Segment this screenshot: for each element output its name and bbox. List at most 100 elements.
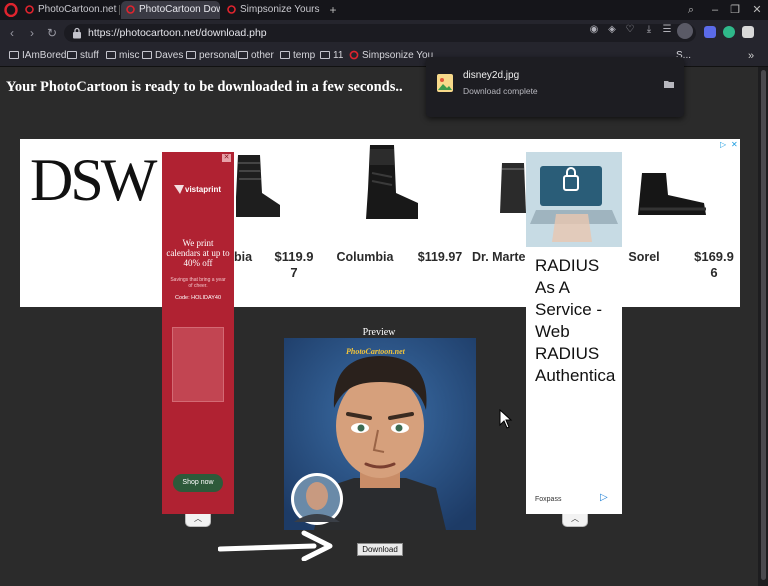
bookmark-label: personal [199,50,238,61]
address-bar: ‹ › ↻ https://photocartoon.net/download.… [0,20,768,46]
boot-image [638,173,706,215]
tab-label: Simpsonize Yourself | [240,4,320,15]
folder-icon [67,51,77,59]
folder-icon [9,51,19,59]
easy-setup-icon[interactable]: ☰ [661,24,673,36]
bookmark-label: Daves [155,50,184,61]
bookmark-folder[interactable]: temp [280,49,315,63]
folder-icon [142,51,152,59]
bookmark-folder[interactable]: other [238,49,274,63]
tab-photocartoon-download[interactable]: PhotoCartoon Down [121,1,220,19]
download-popup[interactable]: disney2d.jpg Download complete [426,57,684,117]
ad-headline-line: Authentica [535,366,616,385]
tab-photocartoon-home[interactable]: PhotoCartoon.net | P [20,1,118,19]
tab-search-icon[interactable]: ⌕ [684,3,698,17]
arrow-annotation-icon [218,530,333,561]
product-price: $169.9 6 [694,249,734,280]
bookmark-folder[interactable]: personal [186,49,237,63]
folder-icon [106,51,116,59]
image-file-icon [437,74,453,92]
cartoon-preview-image: PhotoCartoon.net [284,338,476,530]
url-input[interactable]: https://photocartoon.net/download.php [64,24,696,42]
product-name: Columbia [336,250,394,264]
ad-close-icon[interactable]: ✕ [731,141,739,149]
download-button[interactable]: Download [357,543,403,556]
bookmark-label: other [251,50,274,61]
ad-close-icon[interactable]: ✕ [222,154,231,162]
new-tab-button[interactable]: + [326,3,340,17]
download-status: Download complete [463,86,538,96]
bookmark-folder[interactable]: IAmBored [9,49,66,63]
bookmarks-more-button[interactable]: » [744,49,758,63]
show-in-folder-icon[interactable] [664,80,674,88]
bookmark-folder[interactable]: misc [106,49,140,63]
dsw-logo: DSW [30,147,157,213]
dsw-banner-ad[interactable]: DSW ▷ ✕ bia $119.9 7 Columbia $119.97 Dr… [20,139,740,307]
folder-icon [238,51,248,59]
bookmark-folder[interactable]: stuff [67,49,99,63]
profile-avatar[interactable] [677,23,693,39]
calendar-image [172,327,224,402]
vpn-shield-icon[interactable]: ◈ [606,24,618,36]
tab-simpsonize[interactable]: Simpsonize Yourself | [222,1,320,19]
photocartoon-favicon-icon [25,5,34,14]
ad-headline-line: RADIUS [535,256,600,275]
back-button[interactable]: ‹ [4,25,20,41]
tab-separator [119,5,120,15]
tab-label: PhotoCartoon Down [139,4,220,15]
boot-image [366,145,418,219]
download-filename[interactable]: disney2d.jpg [463,70,519,81]
ad-subtitle: Savings that bring a year of cheer. [170,277,226,289]
ad-open-arrow-icon[interactable]: ▷ [600,493,612,503]
scrollbar-thumb[interactable] [761,70,766,580]
ad-headline: We print calendars at up to 40% off [166,238,230,268]
page-title: Your PhotoCartoon is ready to be downloa… [6,79,403,95]
collapse-ad-button[interactable]: ︿ [185,514,211,527]
ad-headline-line: As A [535,278,570,297]
folder-icon [320,51,330,59]
bookmark-label: 11 [333,50,344,61]
extension-bitwarden-icon[interactable] [704,26,716,38]
product-name: Sorel [628,250,660,264]
restore-button[interactable]: ❐ [728,3,742,17]
preview-label: Preview [362,327,396,338]
product-price: $119.97 [417,250,463,264]
bookmark-label: stuff [80,50,99,61]
adchoices-icon[interactable]: ▷ [720,141,728,149]
shop-now-button[interactable]: Shop now [173,474,223,492]
svg-text:vistaprint: vistaprint [185,185,221,194]
download-icon[interactable]: ⤓ [643,24,655,36]
promo-code: Code: HOLIDAY40 [174,295,222,301]
bookmark-label: IAmBored [22,50,67,61]
reload-button[interactable]: ↻ [44,25,60,41]
ad-brand: Foxpass [535,496,562,503]
bookmark-label: misc [119,50,140,61]
opera-logo-icon[interactable] [4,3,18,17]
watermark-text: PhotoCartoon.net [346,347,406,356]
collapse-ad-button[interactable]: ︿ [562,514,588,527]
bookmark-folder[interactable]: 11 [320,49,343,63]
extension-cube-icon[interactable] [742,26,754,38]
minimize-button[interactable]: – [708,3,722,17]
forward-button[interactable]: › [24,25,40,41]
bookmark-label: Simpsonize You [362,50,434,61]
extension-grammar-icon[interactable] [723,26,735,38]
boot-image [236,155,280,217]
simpsonize-favicon-icon [227,5,236,14]
product-price: $119.9 7 [274,249,314,280]
close-window-button[interactable]: ✕ [750,3,764,17]
url-text: https://photocartoon.net/download.php [88,27,267,39]
bookmark-folder[interactable]: Daves [142,49,183,63]
bookmark-label: temp [293,50,316,61]
folder-icon [280,51,290,59]
bookmark-simpsonize[interactable]: Simpsonize You [349,49,433,63]
vistaprint-logo: vistaprint [174,185,221,194]
simpsonize-favicon-icon [349,50,359,60]
lock-icon [73,27,81,39]
tab-bar: PhotoCartoon.net | P PhotoCartoon Down S… [0,0,768,20]
mouse-cursor-icon [499,409,513,429]
folder-icon [186,51,196,59]
snapshot-icon[interactable]: ◉ [588,24,600,36]
heart-icon[interactable]: ♡ [624,24,636,36]
ad-headline-line: RADIUS [535,344,600,363]
